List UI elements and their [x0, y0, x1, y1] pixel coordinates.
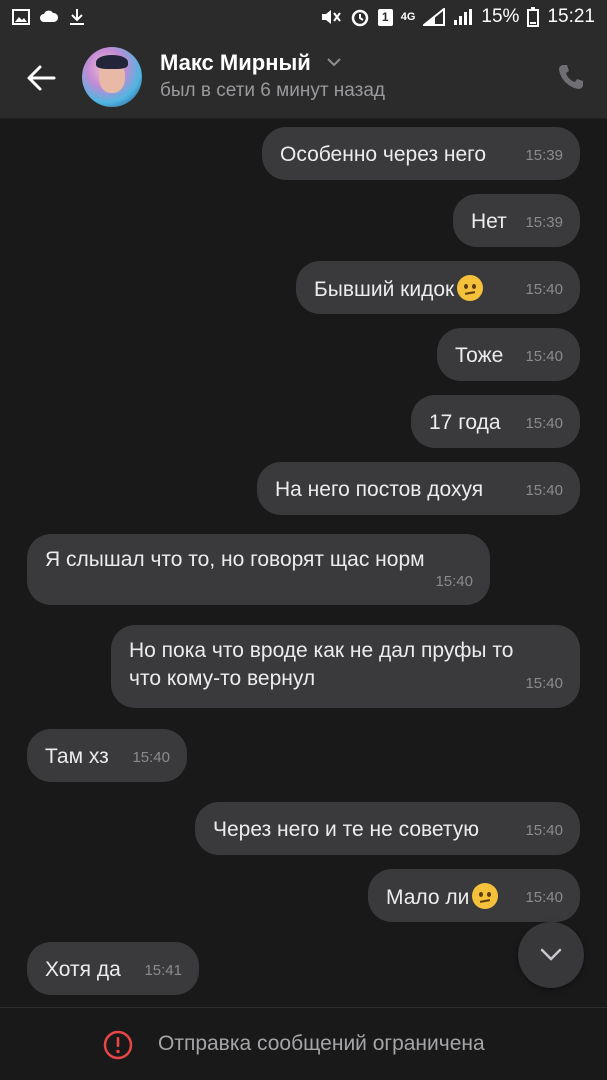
- message-time: 15:40: [525, 415, 563, 432]
- message-bubble-incoming[interactable]: Хотя да 15:41: [27, 942, 199, 995]
- message-time: 15:39: [525, 214, 563, 231]
- message-text: Но пока что вроде как не дал пруфы то чт…: [129, 639, 514, 690]
- message-text: Там хз: [45, 745, 109, 768]
- download-icon: [70, 9, 84, 25]
- chevron-down-icon[interactable]: [326, 56, 342, 68]
- message-text: Мало ли: [386, 886, 470, 909]
- restricted-bar: Отправка сообщений ограничена: [0, 1007, 607, 1080]
- exclamation-circle-icon: [103, 1030, 133, 1060]
- mute-icon: [321, 10, 341, 24]
- back-arrow-icon[interactable]: [24, 62, 60, 94]
- message-time: 15:40: [132, 749, 170, 766]
- message-time: 15:41: [144, 962, 182, 979]
- message-time: 15:40: [435, 573, 473, 590]
- battery-icon: [527, 7, 540, 27]
- message-bubble-outgoing[interactable]: Но пока что вроде как не дал пруфы то чт…: [111, 625, 580, 708]
- message-bubble-outgoing[interactable]: Мало ли 15:40: [368, 869, 580, 922]
- message-text: Особенно через него: [280, 143, 487, 166]
- message-bubble-outgoing[interactable]: На него постов дохуя 15:40: [257, 462, 580, 515]
- message-time: 15:40: [525, 348, 563, 365]
- chat-screen: 1 4G 15% 15:21 Макс Мирный был в сети 6 …: [0, 0, 607, 1080]
- message-time: 15:40: [525, 675, 563, 692]
- clock: 15:21: [547, 6, 595, 27]
- message-text: Через него и те не советую: [213, 818, 480, 841]
- avatar-hair: [96, 55, 128, 69]
- message-bubble-incoming[interactable]: Я слышал что то, но говорят щас норм 15:…: [27, 534, 490, 605]
- chat-header: Макс Мирный был в сети 6 минут назад: [0, 38, 607, 119]
- cloud-sync-icon: [40, 10, 58, 22]
- message-list[interactable]: Особенно через него 15:39 Нет 15:39 Бывш…: [0, 119, 607, 1007]
- message-bubble-incoming[interactable]: Там хз 15:40: [27, 729, 187, 782]
- message-bubble-outgoing[interactable]: 17 года 15:40: [411, 395, 580, 448]
- message-bubble-outgoing[interactable]: Тоже 15:40: [437, 328, 580, 381]
- gallery-icon: [12, 9, 30, 25]
- signal-icon-2: [454, 9, 473, 25]
- network-type: 4G: [400, 11, 416, 23]
- status-bar: 1 4G 15% 15:21: [0, 0, 607, 38]
- battery-percent: 15%: [481, 6, 520, 27]
- restriction-notice: Отправка сообщений ограничена: [158, 1032, 485, 1055]
- phone-icon[interactable]: [556, 62, 586, 92]
- message-bubble-outgoing[interactable]: Нет 15:39: [453, 194, 580, 247]
- message-text: Я слышал что то, но говорят щас норм: [45, 548, 425, 571]
- message-time: 15:40: [525, 281, 563, 298]
- message-bubble-outgoing[interactable]: Особенно через него 15:39: [262, 127, 580, 180]
- message-text: На него постов дохуя: [275, 478, 484, 501]
- message-time: 15:39: [525, 147, 563, 164]
- message-text: Бывший кидок: [314, 278, 455, 301]
- avatar[interactable]: [82, 47, 142, 107]
- message-text: Нет: [471, 210, 507, 233]
- last-seen-status: был в сети 6 минут назад: [160, 80, 386, 101]
- confused-face-icon: [472, 883, 499, 909]
- chevron-down-icon: [540, 948, 562, 961]
- message-time: 15:40: [525, 822, 563, 839]
- message-text: 17 года: [429, 411, 501, 434]
- message-bubble-outgoing[interactable]: Через него и те не советую 15:40: [195, 802, 580, 855]
- message-time: 15:40: [525, 482, 563, 499]
- alarm-icon: [351, 9, 368, 27]
- message-time: 15:40: [525, 889, 563, 906]
- message-text: Тоже: [455, 344, 504, 367]
- sim-badge: 1: [377, 8, 393, 26]
- signal-icon: [423, 8, 446, 26]
- message-bubble-outgoing[interactable]: Бывший кидок 15:40: [296, 261, 580, 314]
- confused-face-icon: [457, 275, 484, 301]
- scroll-to-bottom-button[interactable]: [518, 922, 584, 988]
- message-text: Хотя да: [45, 958, 121, 981]
- contact-name[interactable]: Макс Мирный: [160, 50, 311, 76]
